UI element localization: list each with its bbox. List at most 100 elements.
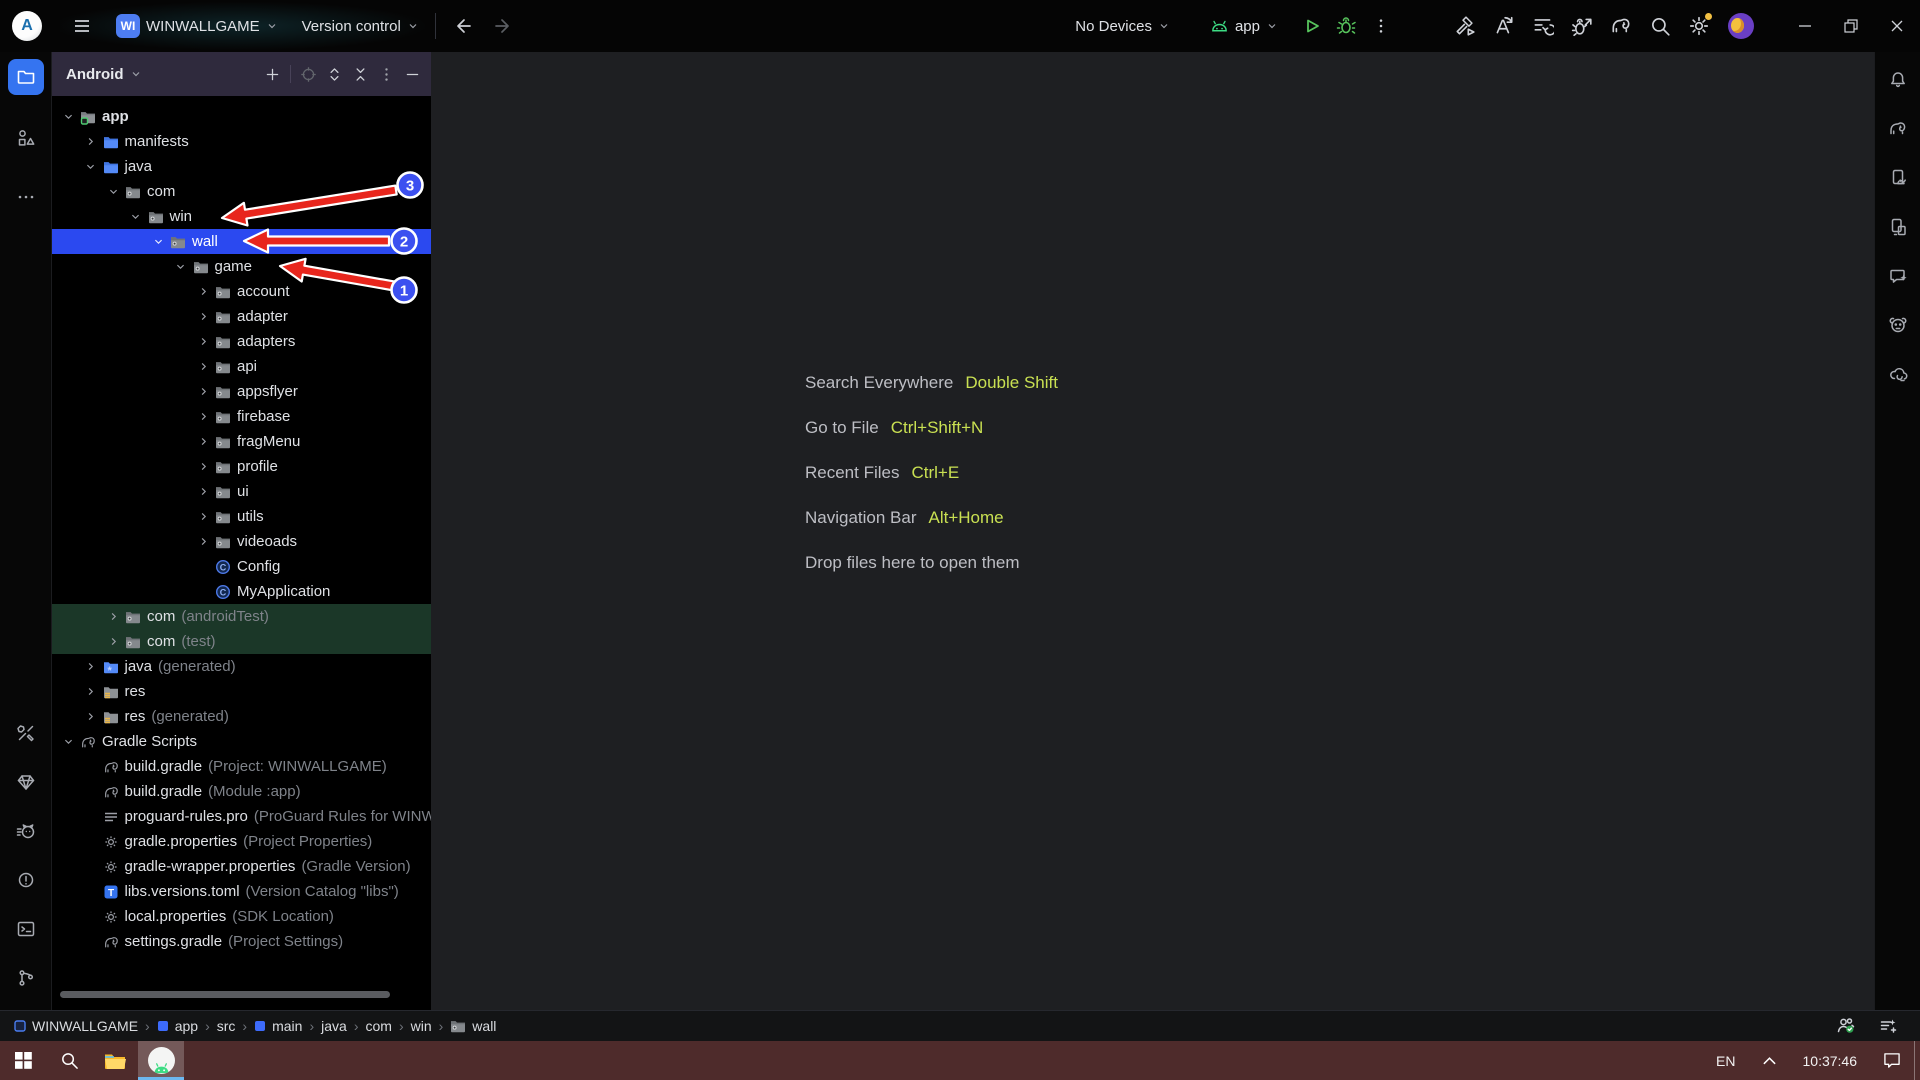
chevron-right-icon[interactable] xyxy=(195,484,211,500)
locate-file-icon[interactable] xyxy=(300,66,317,83)
breadcrumb-item-java[interactable]: java xyxy=(321,1018,347,1034)
tree-row-gradle-wrapper-properties[interactable]: gradle-wrapper.properties(Gradle Version… xyxy=(52,854,431,879)
chevron-down-icon[interactable] xyxy=(83,159,99,175)
start-icon[interactable] xyxy=(0,1041,46,1080)
tree-row-com[interactable]: com(test) xyxy=(52,629,431,654)
app-insights-gem-icon[interactable] xyxy=(8,764,44,800)
tree-row-utils[interactable]: utils xyxy=(52,504,431,529)
chevron-right-icon[interactable] xyxy=(83,659,99,675)
chevron-right-icon[interactable] xyxy=(83,684,99,700)
running-devices-icon[interactable] xyxy=(1880,209,1916,245)
app-quality-insights-icon[interactable] xyxy=(1880,307,1916,343)
show-desktop-strip[interactable] xyxy=(1914,1041,1920,1080)
build-tools-icon[interactable] xyxy=(8,715,44,751)
tree-row-ui[interactable]: ui xyxy=(52,479,431,504)
tree-row-com[interactable]: com xyxy=(52,179,431,204)
tree-row-local-properties[interactable]: local.properties(SDK Location) xyxy=(52,904,431,929)
breadcrumb-item-com[interactable]: com xyxy=(365,1018,391,1034)
tree-row-game[interactable]: game xyxy=(52,254,431,279)
attach-debugger-icon[interactable] xyxy=(1571,15,1593,37)
tree-row-myapplication[interactable]: CMyApplication xyxy=(52,579,431,604)
chevron-right-icon[interactable] xyxy=(83,134,99,150)
file-explorer-icon[interactable] xyxy=(92,1041,138,1080)
tree-row-config[interactable]: CConfig xyxy=(52,554,431,579)
tree-row-adapter[interactable]: adapter xyxy=(52,304,431,329)
tree-row-build-gradle[interactable]: build.gradle(Project: WINWALLGAME) xyxy=(52,754,431,779)
device-streaming-cloud-icon[interactable] xyxy=(1880,356,1916,392)
settings-icon[interactable] xyxy=(1688,15,1710,37)
device-manager-icon[interactable] xyxy=(1880,160,1916,196)
tree-row-adapters[interactable]: adapters xyxy=(52,329,431,354)
tree-row-wall[interactable]: wall xyxy=(52,229,431,254)
logcat-icon[interactable] xyxy=(8,813,44,849)
resource-manager-icon[interactable] xyxy=(8,120,44,156)
collapse-all-icon[interactable] xyxy=(352,66,369,83)
breadcrumb-item-app[interactable]: app xyxy=(157,1018,198,1034)
expand-all-icon[interactable] xyxy=(326,66,343,83)
project-widget[interactable]: WI WINWALLGAME xyxy=(116,14,278,38)
apply-code-changes-icon[interactable] xyxy=(1493,15,1515,37)
breadcrumb-item-winwallgame[interactable]: WINWALLGAME xyxy=(14,1018,138,1034)
tray-expand-chevron-icon[interactable] xyxy=(1749,1041,1790,1080)
chevron-right-icon[interactable] xyxy=(195,534,211,550)
taskbar-search-icon[interactable] xyxy=(46,1041,92,1080)
tree-row-proguard-rules-pro[interactable]: proguard-rules.pro(ProGuard Rules for WI… xyxy=(52,804,431,829)
tree-row-java[interactable]: java xyxy=(52,154,431,179)
chevron-down-icon[interactable] xyxy=(173,259,189,275)
tree-row-build-gradle[interactable]: build.gradle(Module :app) xyxy=(52,779,431,804)
terminal-icon[interactable] xyxy=(8,911,44,947)
main-menu-hamburger-icon[interactable] xyxy=(72,16,92,36)
tree-row-app[interactable]: app xyxy=(52,104,431,129)
horizontal-scrollbar[interactable] xyxy=(60,991,390,998)
tree-row-profile[interactable]: profile xyxy=(52,454,431,479)
chevron-right-icon[interactable] xyxy=(195,359,211,375)
tree-row-fragmenu[interactable]: fragMenu xyxy=(52,429,431,454)
version-control-widget[interactable]: Version control xyxy=(302,18,419,35)
device-selector[interactable]: No Devices xyxy=(1075,18,1170,35)
tree-row-settings-gradle[interactable]: settings.gradle(Project Settings) xyxy=(52,929,431,954)
tree-row-java[interactable]: *java(generated) xyxy=(52,654,431,679)
chevron-right-icon[interactable] xyxy=(105,634,121,650)
tree-row-account[interactable]: account xyxy=(52,279,431,304)
chevron-right-icon[interactable] xyxy=(83,709,99,725)
chevron-down-icon[interactable] xyxy=(150,234,166,250)
clock[interactable]: 10:37:46 xyxy=(1790,1041,1871,1080)
minimize-button[interactable] xyxy=(1782,0,1828,52)
action-center-icon[interactable] xyxy=(1870,1041,1914,1080)
gradle-elephant-icon[interactable] xyxy=(1880,111,1916,147)
plus-icon[interactable] xyxy=(264,66,281,83)
chevron-down-icon[interactable] xyxy=(128,209,144,225)
tree-row-win[interactable]: win xyxy=(52,204,431,229)
chevron-right-icon[interactable] xyxy=(195,509,211,525)
tree-row-res[interactable]: res xyxy=(52,679,431,704)
tree-row-videoads[interactable]: videoads xyxy=(52,529,431,554)
chevron-down-icon[interactable] xyxy=(105,184,121,200)
profiler-icon[interactable] xyxy=(1532,15,1554,37)
tree-row-gradle-scripts[interactable]: Gradle Scripts xyxy=(52,729,431,754)
hide-panel-icon[interactable] xyxy=(404,66,421,83)
breadcrumb-item-main[interactable]: main xyxy=(254,1018,302,1034)
chevron-right-icon[interactable] xyxy=(195,409,211,425)
tree-row-manifests[interactable]: manifests xyxy=(52,129,431,154)
language-indicator[interactable]: EN xyxy=(1703,1041,1748,1080)
tree-row-appsflyer[interactable]: appsflyer xyxy=(52,379,431,404)
breadcrumb-item-win[interactable]: win xyxy=(411,1018,432,1034)
collaboration-check-icon[interactable] xyxy=(1836,1016,1856,1036)
tree-row-api[interactable]: api xyxy=(52,354,431,379)
restore-button[interactable] xyxy=(1828,0,1874,52)
user-avatar[interactable] xyxy=(1728,13,1754,39)
chevron-down-icon[interactable] xyxy=(60,109,76,125)
chevron-right-icon[interactable] xyxy=(195,434,211,450)
chevron-right-icon[interactable] xyxy=(195,284,211,300)
close-button[interactable] xyxy=(1874,0,1920,52)
breadcrumb-item-src[interactable]: src xyxy=(217,1018,236,1034)
back-button[interactable] xyxy=(452,16,472,36)
project-folder-icon[interactable] xyxy=(8,59,44,95)
run-configuration-selector[interactable]: app xyxy=(1210,18,1278,35)
notifications-bell-icon[interactable] xyxy=(1880,62,1916,98)
tree-row-res[interactable]: res(generated) xyxy=(52,704,431,729)
more-actions-icon[interactable] xyxy=(1372,17,1390,35)
chevron-right-icon[interactable] xyxy=(195,334,211,350)
chevron-down-icon[interactable] xyxy=(60,734,76,750)
search-icon[interactable] xyxy=(1649,15,1671,37)
